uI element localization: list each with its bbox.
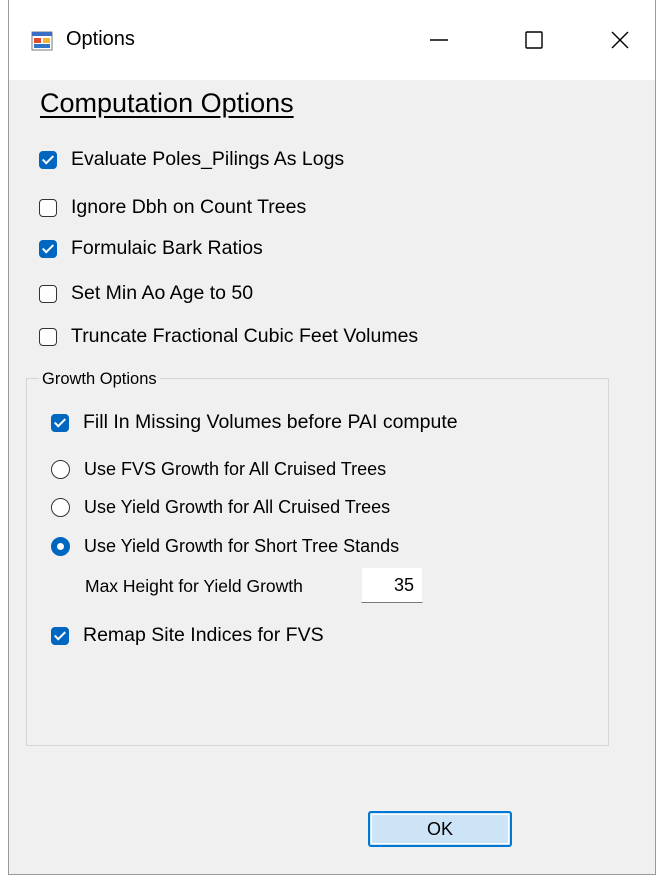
checkbox-label: Fill In Missing Volumes before PAI compu… bbox=[83, 411, 458, 433]
computation-options-heading: Computation Options bbox=[40, 88, 294, 118]
checkbox-label: Ignore Dbh on Count Trees bbox=[71, 196, 307, 218]
checkbox-label: Set Min Ao Age to 50 bbox=[71, 282, 254, 304]
close-icon bbox=[611, 31, 629, 49]
checkbox-label: Formulaic Bark Ratios bbox=[71, 237, 263, 259]
ok-button[interactable]: OK bbox=[368, 811, 512, 847]
maximize-button[interactable] bbox=[499, 14, 569, 66]
checkbox-checked-icon[interactable] bbox=[39, 239, 57, 258]
truncate-volumes-checkbox[interactable]: Truncate Fractional Cubic Feet Volumes bbox=[39, 325, 418, 348]
growth-options-legend: Growth Options bbox=[39, 370, 160, 389]
checkbox-label: Truncate Fractional Cubic Feet Volumes bbox=[71, 325, 419, 347]
remap-site-indices-checkbox[interactable]: Remap Site Indices for FVS bbox=[51, 624, 324, 647]
checkbox-checked-icon[interactable] bbox=[39, 150, 57, 169]
radio-fvs-growth[interactable]: Use FVS Growth for All Cruised Trees bbox=[51, 459, 386, 480]
evaluate-poles-checkbox[interactable]: Evaluate Poles_Pilings As Logs bbox=[39, 148, 344, 171]
options-dialog: Options Computation Options Evaluate Pol… bbox=[8, 0, 656, 875]
checkbox-unchecked-icon[interactable] bbox=[39, 198, 57, 217]
minimize-button[interactable] bbox=[404, 14, 474, 66]
radio-label: Use Yield Growth for All Cruised Trees bbox=[84, 497, 391, 517]
radio-yield-growth-short[interactable]: Use Yield Growth for Short Tree Stands bbox=[51, 536, 399, 557]
checkbox-checked-icon[interactable] bbox=[51, 413, 69, 432]
title-bar[interactable]: Options bbox=[9, 0, 655, 80]
close-button[interactable] bbox=[585, 14, 655, 66]
checkbox-checked-icon[interactable] bbox=[51, 626, 69, 645]
radio-selected-icon[interactable] bbox=[51, 537, 70, 556]
fill-missing-volumes-checkbox[interactable]: Fill In Missing Volumes before PAI compu… bbox=[51, 411, 458, 434]
maximize-icon bbox=[525, 31, 543, 49]
ignore-dbh-checkbox[interactable]: Ignore Dbh on Count Trees bbox=[39, 196, 306, 219]
formulaic-bark-checkbox[interactable]: Formulaic Bark Ratios bbox=[39, 237, 263, 260]
radio-yield-growth-all[interactable]: Use Yield Growth for All Cruised Trees bbox=[51, 497, 390, 518]
max-height-label: Max Height for Yield Growth bbox=[85, 576, 303, 596]
checkbox-label: Evaluate Poles_Pilings As Logs bbox=[71, 148, 345, 170]
max-height-input[interactable] bbox=[361, 567, 423, 603]
radio-label: Use Yield Growth for Short Tree Stands bbox=[84, 536, 400, 556]
checkbox-label: Remap Site Indices for FVS bbox=[83, 624, 324, 646]
window-title: Options bbox=[66, 28, 135, 50]
minimize-icon bbox=[430, 39, 448, 41]
checkbox-unchecked-icon[interactable] bbox=[39, 284, 57, 303]
checkbox-unchecked-icon[interactable] bbox=[39, 327, 57, 346]
windows-form-icon bbox=[31, 31, 53, 51]
radio-unselected-icon[interactable] bbox=[51, 460, 70, 479]
min-ao-age-checkbox[interactable]: Set Min Ao Age to 50 bbox=[39, 282, 253, 305]
radio-label: Use FVS Growth for All Cruised Trees bbox=[84, 459, 387, 479]
radio-unselected-icon[interactable] bbox=[51, 498, 70, 517]
